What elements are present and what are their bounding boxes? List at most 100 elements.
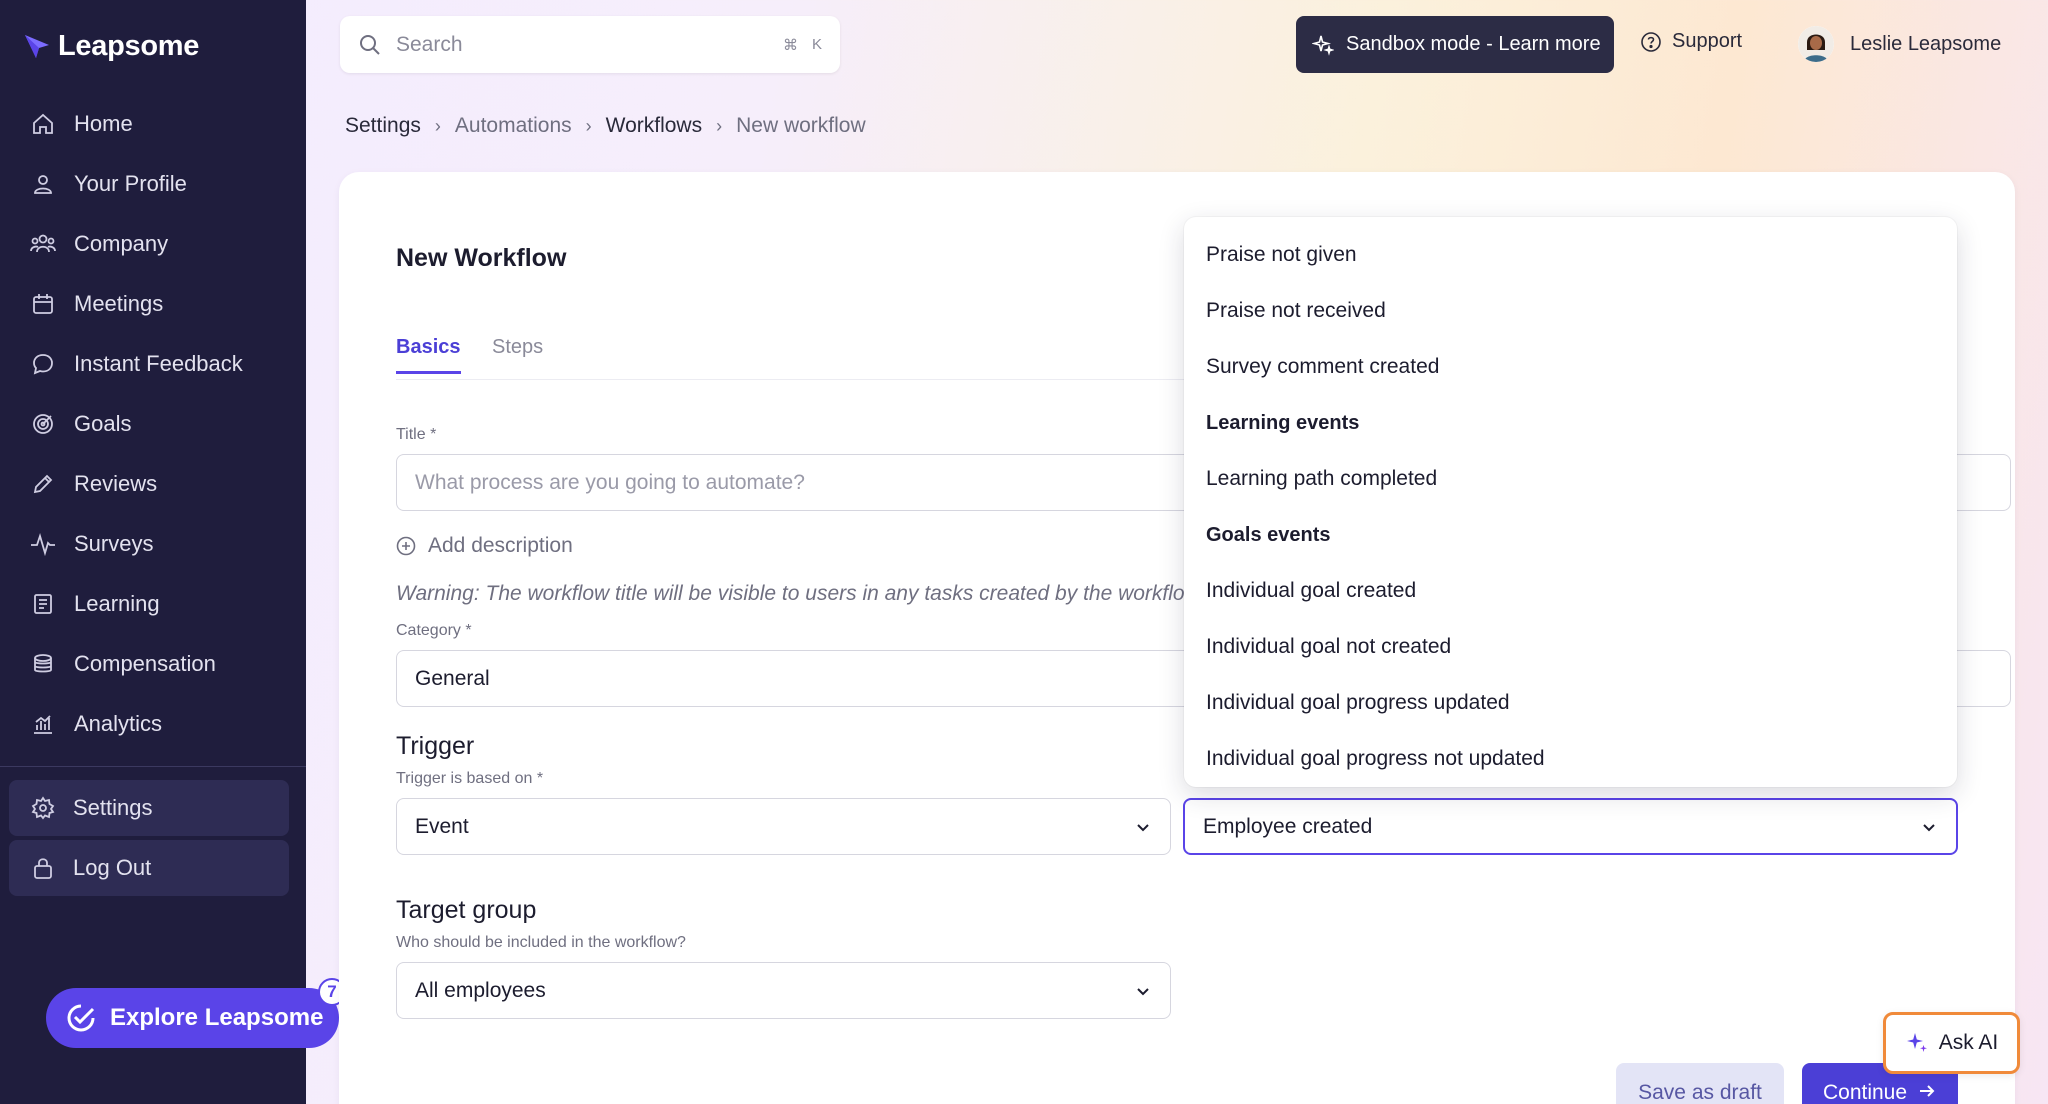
event-select[interactable]: Employee created <box>1183 798 1958 855</box>
leapsome-logo-icon <box>22 32 52 62</box>
breadcrumb-workflows[interactable]: Workflows <box>606 114 702 138</box>
target-group-value: All employees <box>415 978 546 1002</box>
chart-icon <box>30 711 56 737</box>
event-dropdown-menu: Praise not given Praise not received Sur… <box>1184 217 1957 787</box>
sidebar-item-label: Your Profile <box>74 171 187 196</box>
search-placeholder: Search <box>396 32 463 56</box>
add-description-button[interactable]: Add description <box>396 534 573 558</box>
dropdown-option[interactable]: Individual goal created <box>1184 563 1957 619</box>
target-group-label: Who should be included in the workflow? <box>396 934 686 951</box>
coins-icon <box>30 651 56 677</box>
sidebar-item-goals[interactable]: Goals <box>0 394 306 454</box>
trigger-type-value: Event <box>415 814 469 838</box>
sidebar-item-label: Learning <box>74 591 160 616</box>
brand-logo[interactable]: Leapsome <box>22 30 199 63</box>
help-circle-icon <box>1640 31 1662 53</box>
sidebar-item-company[interactable]: Company <box>0 214 306 274</box>
target-group-heading: Target group <box>396 896 537 924</box>
chevron-right-icon: › <box>434 115 441 136</box>
sidebar-item-label: Goals <box>74 411 132 436</box>
sidebar-item-learning[interactable]: Learning <box>0 574 306 634</box>
dropdown-option[interactable]: Praise not given <box>1184 227 1957 283</box>
sidebar-item-label: Surveys <box>74 531 154 556</box>
target-group-select[interactable]: All employees <box>396 962 1171 1019</box>
trigger-type-select[interactable]: Event <box>396 798 1171 855</box>
target-icon <box>30 411 56 437</box>
dropdown-option[interactable]: Individual goal progress updated <box>1184 675 1957 731</box>
sidebar-item-label: Home <box>74 111 133 136</box>
arrow-right-icon <box>1917 1081 1937 1101</box>
event-value: Employee created <box>1203 814 1373 838</box>
dropdown-group-header: Goals events <box>1206 523 1331 546</box>
search-input[interactable]: Search ⌘ K <box>340 16 840 73</box>
sidebar-item-label: Compensation <box>74 651 216 676</box>
user-name: Leslie Leapsome <box>1850 32 2002 55</box>
chat-icon <box>30 351 56 377</box>
sidebar-settings-label: Settings <box>73 795 153 820</box>
sidebar-item-compensation[interactable]: Compensation <box>0 634 306 694</box>
trigger-label: Trigger is based on * <box>396 770 544 787</box>
sidebar-item-home[interactable]: Home <box>0 94 306 154</box>
sidebar-item-log-out[interactable]: Log Out <box>9 840 289 896</box>
sidebar: Leapsome Home Your Profile Company Meeti… <box>0 0 346 1104</box>
book-icon <box>30 591 56 617</box>
dropdown-option[interactable]: Individual goal not created <box>1184 619 1957 675</box>
sparkle-icon <box>1905 1031 1929 1055</box>
check-badge-icon <box>66 1003 96 1033</box>
tabs: Basics Steps <box>396 336 1256 380</box>
ask-ai-button[interactable]: Ask AI <box>1883 1012 2020 1074</box>
chevron-down-icon <box>1134 982 1152 1000</box>
breadcrumb-settings[interactable]: Settings <box>345 114 421 138</box>
dropdown-option[interactable]: Praise not received <box>1184 283 1957 339</box>
explore-leapsome-button[interactable]: Explore Leapsome <box>46 988 339 1048</box>
users-icon <box>30 231 56 257</box>
sidebar-item-instant-feedback[interactable]: Instant Feedback <box>0 334 306 394</box>
sidebar-item-surveys[interactable]: Surveys <box>0 514 306 574</box>
dropdown-option[interactable]: Learning path completed <box>1184 451 1957 507</box>
sidebar-item-settings[interactable]: Settings <box>9 780 289 836</box>
breadcrumb: Settings › Automations › Workflows › New… <box>345 114 866 138</box>
user-icon <box>30 171 56 197</box>
sidebar-bottom: Settings Log Out <box>9 780 289 900</box>
category-label: Category * <box>396 622 472 639</box>
chevron-right-icon: › <box>716 115 723 136</box>
pencil-icon <box>30 471 56 497</box>
tab-basics[interactable]: Basics <box>396 336 461 374</box>
dropdown-option[interactable]: Individual goal progress not updated <box>1184 731 1957 787</box>
sparkle-icon <box>1312 34 1334 56</box>
add-description-label: Add description <box>428 534 573 557</box>
dropdown-option[interactable]: Survey comment created <box>1184 339 1957 395</box>
save-draft-label: Save as draft <box>1638 1081 1762 1104</box>
user-menu[interactable]: Leslie Leapsome <box>1798 26 2001 62</box>
sidebar-divider <box>0 766 306 767</box>
support-link[interactable]: Support <box>1640 30 1742 53</box>
title-label: Title * <box>396 426 437 443</box>
sidebar-item-analytics[interactable]: Analytics <box>0 694 306 754</box>
sidebar-item-your-profile[interactable]: Your Profile <box>0 154 306 214</box>
sidebar-logout-label: Log Out <box>73 855 152 880</box>
support-label: Support <box>1672 30 1743 52</box>
trigger-heading: Trigger <box>396 732 475 760</box>
plus-circle-icon <box>396 536 416 556</box>
sidebar-item-meetings[interactable]: Meetings <box>0 274 306 334</box>
tab-steps[interactable]: Steps <box>492 336 543 371</box>
sidebar-item-reviews[interactable]: Reviews <box>0 454 306 514</box>
breadcrumb-automations[interactable]: Automations <box>455 114 572 138</box>
gear-icon <box>31 796 55 820</box>
title-placeholder: What process are you going to automate? <box>415 470 805 494</box>
sidebar-item-label: Meetings <box>74 291 164 316</box>
sidebar-item-label: Reviews <box>74 471 158 496</box>
avatar <box>1798 26 1834 62</box>
breadcrumb-new-workflow: New workflow <box>736 114 866 137</box>
sidebar-nav: Home Your Profile Company Meetings Insta… <box>0 94 306 754</box>
sidebar-item-label: Analytics <box>74 711 163 736</box>
continue-label: Continue <box>1822 1081 1908 1104</box>
shortcut-cmd-key: ⌘ <box>782 36 798 54</box>
sidebar-item-label: Instant Feedback <box>74 351 243 376</box>
shortcut-k-key: K <box>811 36 822 53</box>
page-title: New Workflow <box>396 244 567 272</box>
save-as-draft-button[interactable]: Save as draft <box>1616 1063 1784 1104</box>
sidebar-item-label: Company <box>74 231 169 256</box>
chevron-down-icon <box>1134 818 1152 836</box>
sandbox-mode-button[interactable]: Sandbox mode - Learn more <box>1296 16 1614 73</box>
